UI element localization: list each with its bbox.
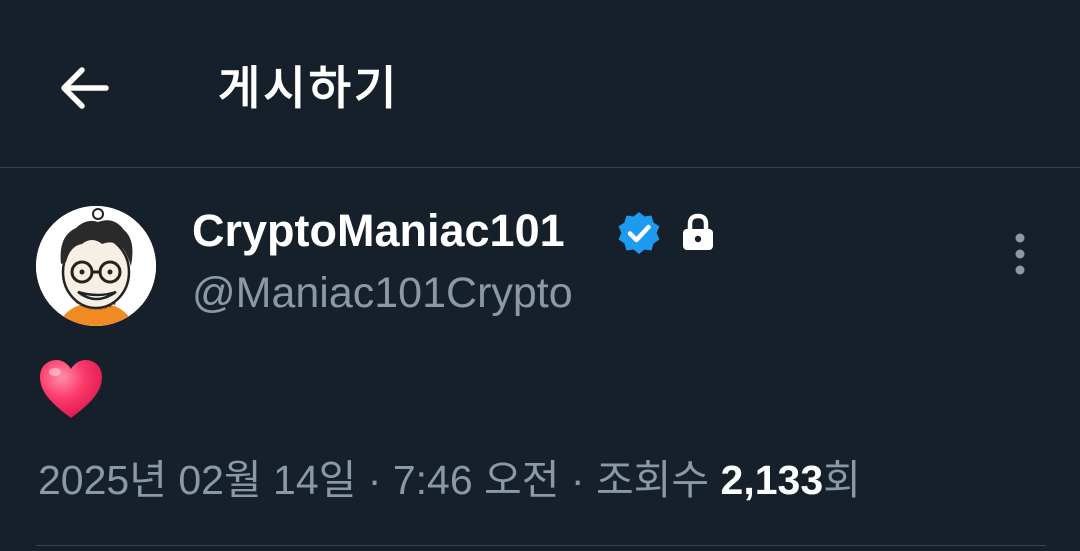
more-options-button[interactable] [996,228,1044,280]
arrow-left-icon [61,67,109,109]
post-meta: 2025년 02월 14일 · 7:46 오전 · 조회수 2,133회 [38,452,861,508]
meta-separator: · [570,457,585,503]
divider [36,545,1046,546]
views-suffix: 회 [823,457,861,503]
views-label: 조회수 [595,457,710,503]
author-display-name[interactable]: CryptoManiac101 [192,203,565,259]
meta-separator: · [367,457,382,503]
page-title: 게시하기 [218,61,400,115]
heart-emoji [40,360,102,418]
author-handle[interactable]: @Maniac101Crypto [192,265,573,321]
avatar-cartoon-face [36,206,156,326]
avatar[interactable] [36,206,156,326]
back-button[interactable] [52,58,116,118]
top-bar: 게시하기 [0,0,1080,168]
more-vertical-icon [1015,233,1025,275]
post-date[interactable]: 2025년 02월 14일 [38,457,356,503]
verified-badge-icon [618,212,660,254]
post-time[interactable]: 7:46 오전 [393,457,560,503]
lock-icon [683,213,713,250]
views-count[interactable]: 2,133 [721,457,824,503]
